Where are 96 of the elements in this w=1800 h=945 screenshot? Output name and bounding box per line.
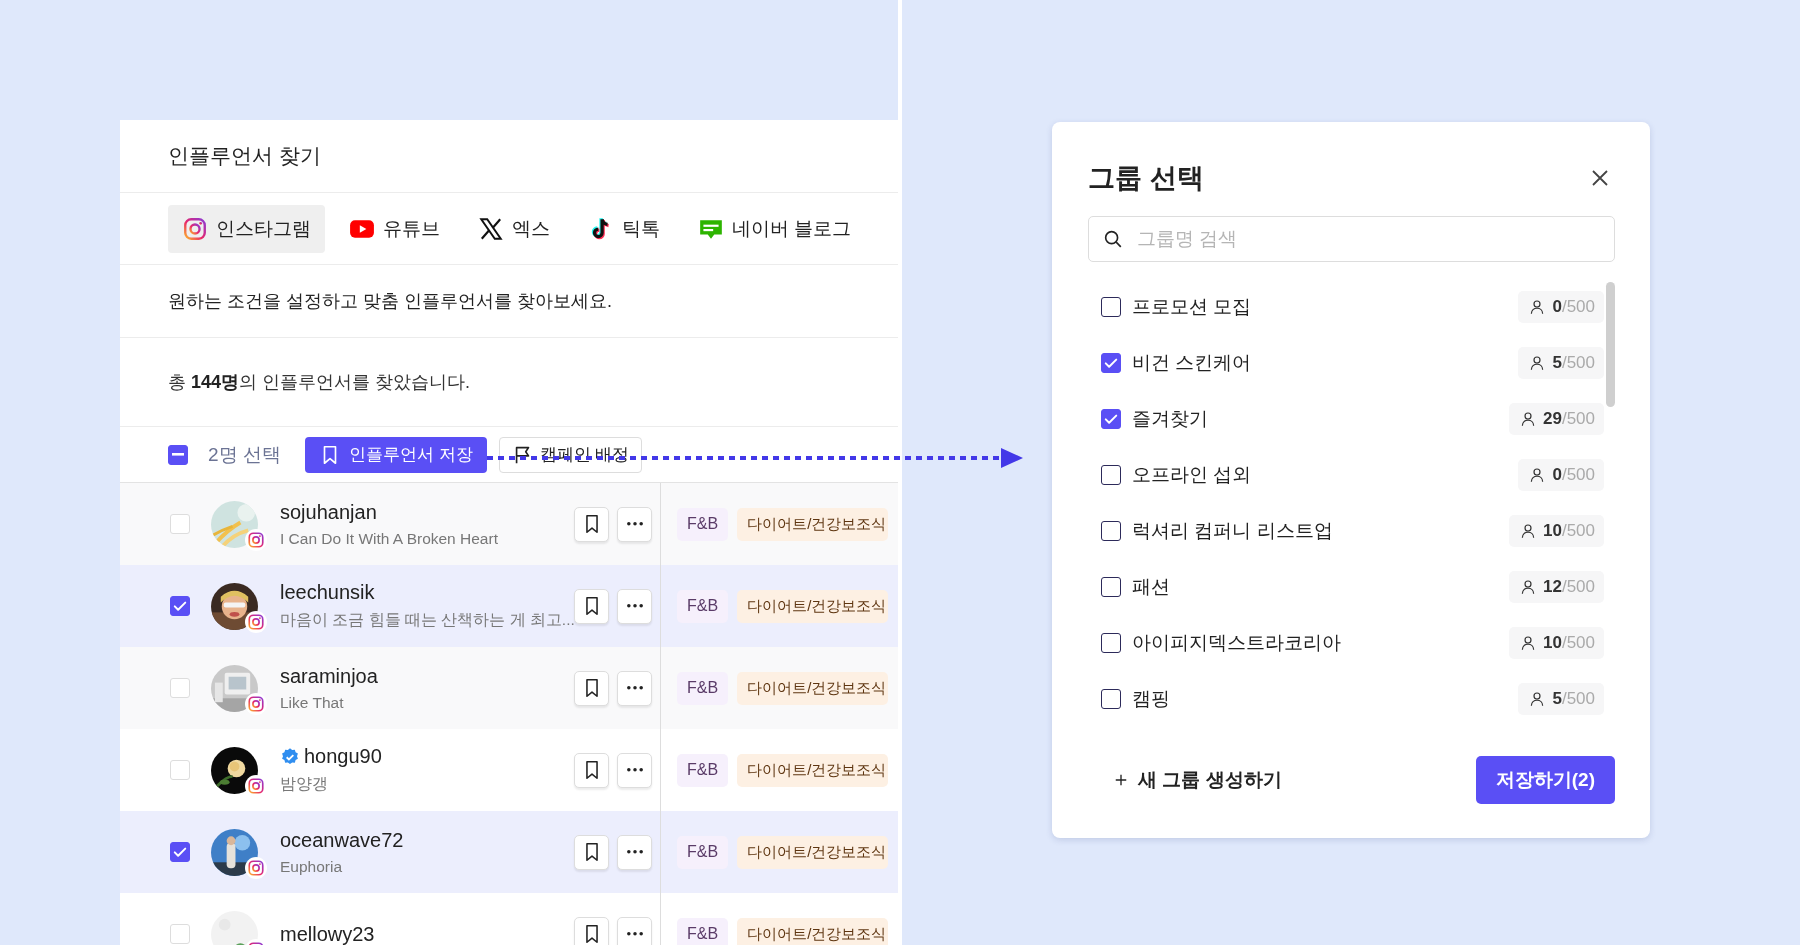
group-name[interactable]: 오프라인 섭외: [1132, 462, 1519, 488]
more-icon: [626, 686, 643, 690]
influencer-name[interactable]: oceanwave72: [280, 828, 404, 852]
scrollbar-thumb[interactable]: [1606, 282, 1615, 407]
select-all-checkbox[interactable]: [168, 444, 188, 465]
group-checkbox[interactable]: [1101, 409, 1121, 429]
influencer-name[interactable]: leechunsik: [280, 581, 375, 604]
page-title: 인플루언서 찾기: [168, 143, 321, 169]
influencer-bio: I Can Do It With A Broken Heart: [280, 529, 499, 548]
category-tag: 다이어트/건강보조식: [737, 671, 889, 705]
more-button[interactable]: [617, 752, 652, 788]
platform-tab[interactable]: 인스타그램: [168, 204, 325, 253]
member-count: 5/500: [1518, 347, 1604, 379]
instagram-icon: [247, 612, 265, 631]
member-count: 10/500: [1509, 627, 1604, 659]
bookmark-button[interactable]: [574, 506, 609, 542]
category-tag: 다이어트/건강보조식: [737, 835, 889, 869]
person-icon: [1519, 410, 1537, 428]
group-name[interactable]: 캠핑: [1132, 686, 1519, 712]
group-checkbox[interactable]: [1101, 353, 1121, 373]
group-name[interactable]: 프로모션 모집: [1132, 294, 1519, 320]
influencer-name[interactable]: sojuhanjan: [280, 500, 377, 524]
more-button[interactable]: [617, 916, 652, 945]
person-icon: [1519, 522, 1537, 540]
group-checkbox[interactable]: [1101, 577, 1121, 597]
more-icon: [626, 604, 643, 608]
instagram-icon: [247, 694, 265, 713]
result-summary: 총 144명의 인플루언서를 찾았습니다.: [168, 371, 471, 394]
bookmark-button[interactable]: [574, 916, 609, 945]
category-tag: 다이어트/건강보조식: [737, 507, 889, 541]
instagram-icon: [182, 215, 208, 242]
member-count: 0/500: [1518, 291, 1604, 323]
group-name[interactable]: 럭셔리 컴퍼니 리스트업: [1132, 518, 1509, 544]
selection-count: 2명 선택: [208, 442, 281, 467]
member-count: 0/500: [1518, 459, 1604, 491]
bookmark-button[interactable]: [574, 752, 609, 788]
more-icon: [626, 932, 643, 936]
influencer-bio: 밤양갱: [280, 774, 329, 794]
member-count: 5/500: [1518, 683, 1604, 715]
member-count: 10/500: [1509, 515, 1604, 547]
x-logo-icon: [478, 215, 504, 242]
group-name[interactable]: 아이피지덱스트라코리아: [1132, 630, 1509, 656]
group-name[interactable]: 즐겨찾기: [1132, 406, 1509, 432]
more-button[interactable]: [617, 506, 652, 542]
instagram-icon: [247, 776, 265, 795]
more-icon: [626, 522, 643, 526]
more-button[interactable]: [617, 834, 652, 870]
category-tag: F&B: [677, 835, 729, 869]
group-name[interactable]: 비건 스킨케어: [1132, 350, 1519, 376]
group-checkbox[interactable]: [1101, 465, 1121, 485]
influencer-bio: Euphoria: [280, 857, 344, 876]
category-tag: F&B: [677, 507, 729, 541]
category-tag: F&B: [677, 589, 729, 623]
search-field[interactable]: 그룹명 검색: [1088, 216, 1615, 262]
save-influencer-button[interactable]: 인플루언서 저장: [304, 436, 487, 473]
member-count: 29/500: [1509, 403, 1604, 435]
checkbox[interactable]: [170, 596, 190, 616]
more-icon: [626, 768, 643, 772]
influencer-bio: 마음이 조금 힘들 때는 산책하는 게 최고...: [280, 610, 574, 630]
more-button[interactable]: [617, 670, 652, 706]
category-tag: 다이어트/건강보조식: [737, 917, 889, 945]
influencer-bio: Like That: [280, 693, 345, 712]
bookmark-button[interactable]: [574, 834, 609, 870]
checkbox[interactable]: [170, 842, 190, 862]
influencer-name[interactable]: saraminjoa: [280, 664, 378, 688]
group-checkbox[interactable]: [1101, 689, 1121, 709]
new-group-button[interactable]: 새 그룹 생성하기: [1088, 767, 1282, 793]
platform-tab[interactable]: 엑스: [464, 204, 564, 253]
minus-icon: [172, 453, 184, 456]
save-button[interactable]: 저장하기(2): [1475, 756, 1615, 804]
more-button[interactable]: [617, 588, 652, 624]
description-text: 원하는 조건을 설정하고 맞춤 인플루언서를 찾아보세요.: [168, 290, 612, 313]
person-icon: [1519, 578, 1537, 596]
group-checkbox[interactable]: [1101, 633, 1121, 653]
group-name[interactable]: 패션: [1132, 574, 1509, 600]
person-icon: [1519, 634, 1537, 652]
category-tag: 다이어트/건강보조식: [737, 589, 889, 623]
more-icon: [626, 850, 643, 854]
dialog-title: 그룹 선택: [1088, 162, 1204, 195]
platform-tab[interactable]: 틱톡: [574, 204, 674, 253]
search-icon: [1102, 228, 1124, 250]
bookmark-button[interactable]: [574, 670, 609, 706]
instagram-icon: [247, 858, 265, 877]
instagram-icon: [247, 530, 265, 549]
influencer-name[interactable]: hongu90: [304, 745, 382, 768]
group-checkbox[interactable]: [1101, 521, 1121, 541]
member-count: 12/500: [1509, 571, 1604, 603]
platform-tab[interactable]: 유튜브: [335, 204, 454, 253]
category-tag: F&B: [677, 671, 729, 705]
category-tag: F&B: [677, 917, 729, 945]
influencer-name[interactable]: mellowy23: [280, 922, 375, 945]
platform-tab[interactable]: 네이버 블로그: [684, 204, 866, 253]
group-checkbox[interactable]: [1101, 297, 1121, 317]
category-tag: F&B: [677, 753, 729, 787]
category-tag: 다이어트/건강보조식: [737, 753, 889, 787]
bookmark-button[interactable]: [574, 588, 609, 624]
